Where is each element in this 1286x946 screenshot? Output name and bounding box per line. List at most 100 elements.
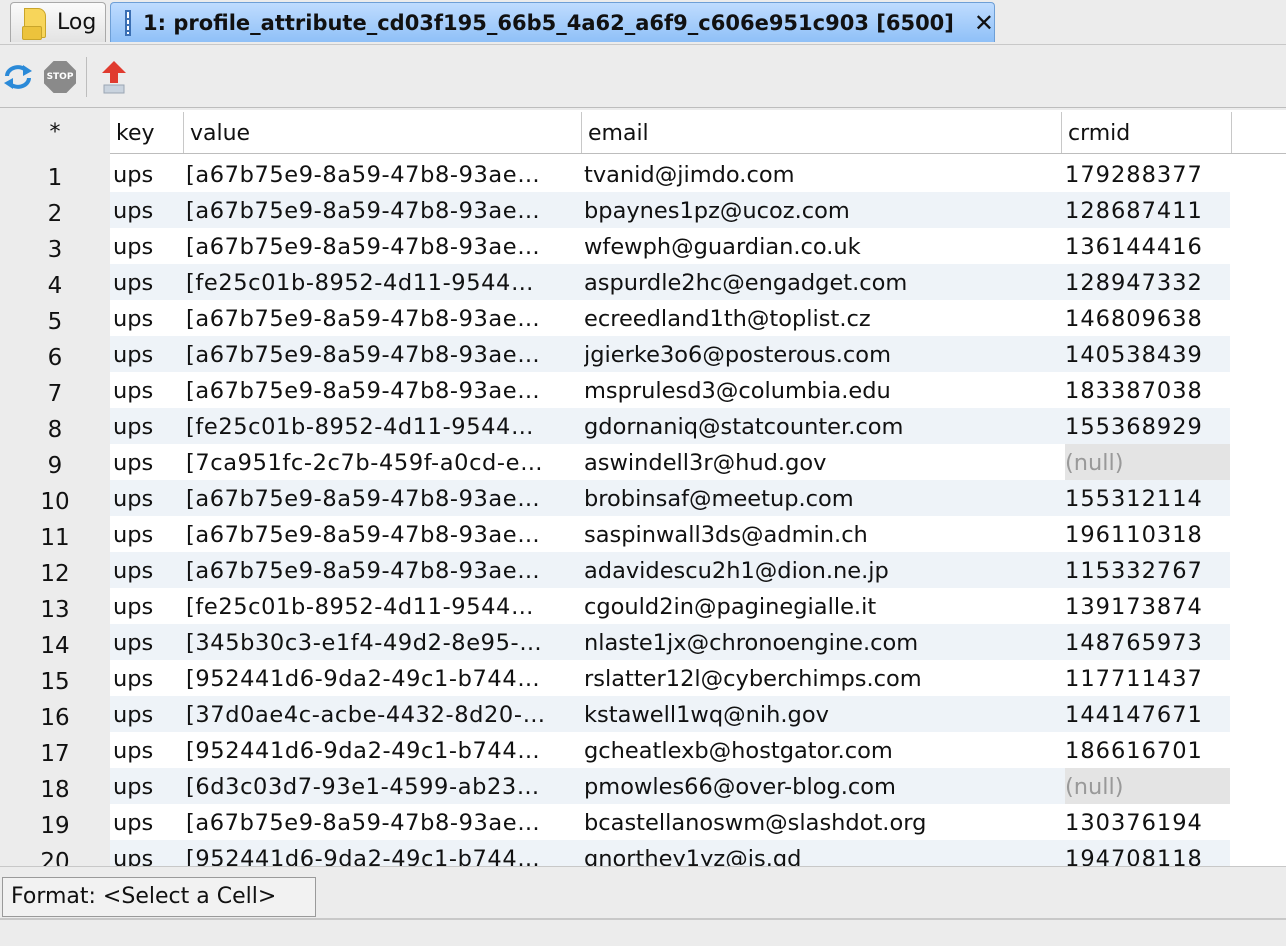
cell-value[interactable]: [a67b75e9-8a59-47b8-93ae… <box>186 804 578 840</box>
cell-email[interactable]: gnorthey1yz@is.gd <box>584 840 1058 866</box>
cell-crmid[interactable]: 128687411 <box>1065 192 1230 228</box>
cell-crmid[interactable]: 136144416 <box>1065 228 1230 264</box>
cell-value[interactable]: [a67b75e9-8a59-47b8-93ae… <box>186 228 578 264</box>
row-number[interactable]: 4 <box>0 264 110 300</box>
cell-crmid[interactable]: 186616701 <box>1065 732 1230 768</box>
table-row[interactable]: 12 ups [a67b75e9-8a59-47b8-93ae… adavidescu… <box>0 552 1286 588</box>
row-number[interactable]: 9 <box>0 444 110 480</box>
cell-crmid[interactable]: (null) <box>1065 444 1230 480</box>
table-row[interactable]: 19 ups [a67b75e9-8a59-47b8-93ae… bcastellan… <box>0 804 1286 840</box>
cell-key[interactable]: ups <box>113 552 181 588</box>
cell-email[interactable]: aspurdle2hc@engadget.com <box>584 264 1058 300</box>
table-row[interactable]: 13 ups [fe25c01b-8952-4d11-9544… cgould2in@… <box>0 588 1286 624</box>
cell-crmid[interactable]: 179288377 <box>1065 156 1230 192</box>
cell-crmid[interactable]: 194708118 <box>1065 840 1230 866</box>
cell-email[interactable]: nlaste1jx@chronoengine.com <box>584 624 1058 660</box>
cell-crmid[interactable]: 139173874 <box>1065 588 1230 624</box>
row-number[interactable]: 2 <box>0 192 110 228</box>
table-row[interactable]: 20 ups [952441d6-9da2-49c1-b744… gnorthey1y… <box>0 840 1286 866</box>
cell-crmid[interactable]: 183387038 <box>1065 372 1230 408</box>
table-row[interactable]: 18 ups [6d3c03d7-93e1-4599-ab23… pmowles66@… <box>0 768 1286 804</box>
cell-email[interactable]: pmowles66@over-blog.com <box>584 768 1058 804</box>
table-row[interactable]: 15 ups [952441d6-9da2-49c1-b744… rslatter12… <box>0 660 1286 696</box>
cell-value[interactable]: [37d0ae4c-acbe-4432-8d20-… <box>186 696 578 732</box>
row-number[interactable]: 5 <box>0 300 110 336</box>
row-number[interactable]: 7 <box>0 372 110 408</box>
cell-key[interactable]: ups <box>113 480 181 516</box>
cell-value[interactable]: [7ca951fc-2c7b-459f-a0cd-e… <box>186 444 578 480</box>
row-number[interactable]: 15 <box>0 660 110 696</box>
table-row[interactable]: 8 ups [fe25c01b-8952-4d11-9544… gdornaniq@s… <box>0 408 1286 444</box>
row-number[interactable]: 8 <box>0 408 110 444</box>
cell-key[interactable]: ups <box>113 804 181 840</box>
cell-value[interactable]: [fe25c01b-8952-4d11-9544… <box>186 264 578 300</box>
cell-key[interactable]: ups <box>113 372 181 408</box>
cell-crmid[interactable]: 146809638 <box>1065 300 1230 336</box>
close-icon[interactable]: ✕ <box>974 11 994 35</box>
cell-value[interactable]: [a67b75e9-8a59-47b8-93ae… <box>186 336 578 372</box>
cell-key[interactable]: ups <box>113 156 181 192</box>
cell-email[interactable]: gcheatlexb@hostgator.com <box>584 732 1058 768</box>
cell-crmid[interactable]: 196110318 <box>1065 516 1230 552</box>
table-row[interactable]: 14 ups [345b30c3-e1f4-49d2-8e95-… nlaste1jx… <box>0 624 1286 660</box>
cell-value[interactable]: [a67b75e9-8a59-47b8-93ae… <box>186 372 578 408</box>
cell-email[interactable]: brobinsaf@meetup.com <box>584 480 1058 516</box>
cell-key[interactable]: ups <box>113 228 181 264</box>
cell-key[interactable]: ups <box>113 624 181 660</box>
cell-value[interactable]: [a67b75e9-8a59-47b8-93ae… <box>186 516 578 552</box>
row-number[interactable]: 6 <box>0 336 110 372</box>
table-row[interactable]: 17 ups [952441d6-9da2-49c1-b744… gcheatlexb… <box>0 732 1286 768</box>
table-row[interactable]: 9 ups [7ca951fc-2c7b-459f-a0cd-e… aswindell… <box>0 444 1286 480</box>
cell-value[interactable]: [952441d6-9da2-49c1-b744… <box>186 732 578 768</box>
column-header-key[interactable]: key <box>110 112 184 154</box>
tab-log[interactable]: Log <box>10 2 106 42</box>
table-row[interactable]: 6 ups [a67b75e9-8a59-47b8-93ae… jgierke3o6@… <box>0 336 1286 372</box>
table-row[interactable]: 2 ups [a67b75e9-8a59-47b8-93ae… bpaynes1pz@… <box>0 192 1286 228</box>
cell-email[interactable]: wfewph@guardian.co.uk <box>584 228 1058 264</box>
cell-email[interactable]: ecreedland1th@toplist.cz <box>584 300 1058 336</box>
stop-button[interactable]: STOP <box>42 59 78 95</box>
table-row[interactable]: 5 ups [a67b75e9-8a59-47b8-93ae… ecreedland1… <box>0 300 1286 336</box>
result-table[interactable]: * key value email crmid 1 ups [a67b75e9-8a… <box>0 110 1286 866</box>
cell-email[interactable]: tvanid@jimdo.com <box>584 156 1058 192</box>
row-number[interactable]: 14 <box>0 624 110 660</box>
row-number[interactable]: 18 <box>0 768 110 804</box>
row-number[interactable]: 10 <box>0 480 110 516</box>
cell-crmid[interactable]: (null) <box>1065 768 1230 804</box>
cell-email[interactable]: msprulesd3@columbia.edu <box>584 372 1058 408</box>
cell-crmid[interactable]: 155368929 <box>1065 408 1230 444</box>
row-number[interactable]: 19 <box>0 804 110 840</box>
cell-crmid[interactable]: 140538439 <box>1065 336 1230 372</box>
cell-key[interactable]: ups <box>113 408 181 444</box>
cell-key[interactable]: ups <box>113 192 181 228</box>
cell-crmid[interactable]: 117711437 <box>1065 660 1230 696</box>
cell-key[interactable]: ups <box>113 336 181 372</box>
cell-crmid[interactable]: 148765973 <box>1065 624 1230 660</box>
cell-value[interactable]: [fe25c01b-8952-4d11-9544… <box>186 408 578 444</box>
cell-crmid[interactable]: 115332767 <box>1065 552 1230 588</box>
cell-key[interactable]: ups <box>113 444 181 480</box>
table-row[interactable]: 10 ups [a67b75e9-8a59-47b8-93ae… brobinsaf@… <box>0 480 1286 516</box>
table-row[interactable]: 4 ups [fe25c01b-8952-4d11-9544… aspurdle2hc… <box>0 264 1286 300</box>
select-all-corner[interactable]: * <box>0 112 110 154</box>
cell-crmid[interactable]: 144147671 <box>1065 696 1230 732</box>
table-row[interactable]: 1 ups [a67b75e9-8a59-47b8-93ae… tvanid@jimd… <box>0 156 1286 192</box>
cell-key[interactable]: ups <box>113 768 181 804</box>
row-number[interactable]: 12 <box>0 552 110 588</box>
row-number[interactable]: 16 <box>0 696 110 732</box>
cell-email[interactable]: jgierke3o6@posterous.com <box>584 336 1058 372</box>
cell-value[interactable]: [952441d6-9da2-49c1-b744… <box>186 660 578 696</box>
cell-email[interactable]: kstawell1wq@nih.gov <box>584 696 1058 732</box>
row-number[interactable]: 3 <box>0 228 110 264</box>
export-button[interactable] <box>96 59 132 95</box>
column-header-value[interactable]: value <box>184 112 582 154</box>
cell-value[interactable]: [fe25c01b-8952-4d11-9544… <box>186 588 578 624</box>
cell-key[interactable]: ups <box>113 300 181 336</box>
cell-crmid[interactable]: 130376194 <box>1065 804 1230 840</box>
cell-value[interactable]: [a67b75e9-8a59-47b8-93ae… <box>186 300 578 336</box>
cell-value[interactable]: [a67b75e9-8a59-47b8-93ae… <box>186 552 578 588</box>
cell-email[interactable]: saspinwall3ds@admin.ch <box>584 516 1058 552</box>
refresh-button[interactable] <box>0 59 36 95</box>
cell-value[interactable]: [6d3c03d7-93e1-4599-ab23… <box>186 768 578 804</box>
row-number[interactable]: 1 <box>0 156 110 192</box>
